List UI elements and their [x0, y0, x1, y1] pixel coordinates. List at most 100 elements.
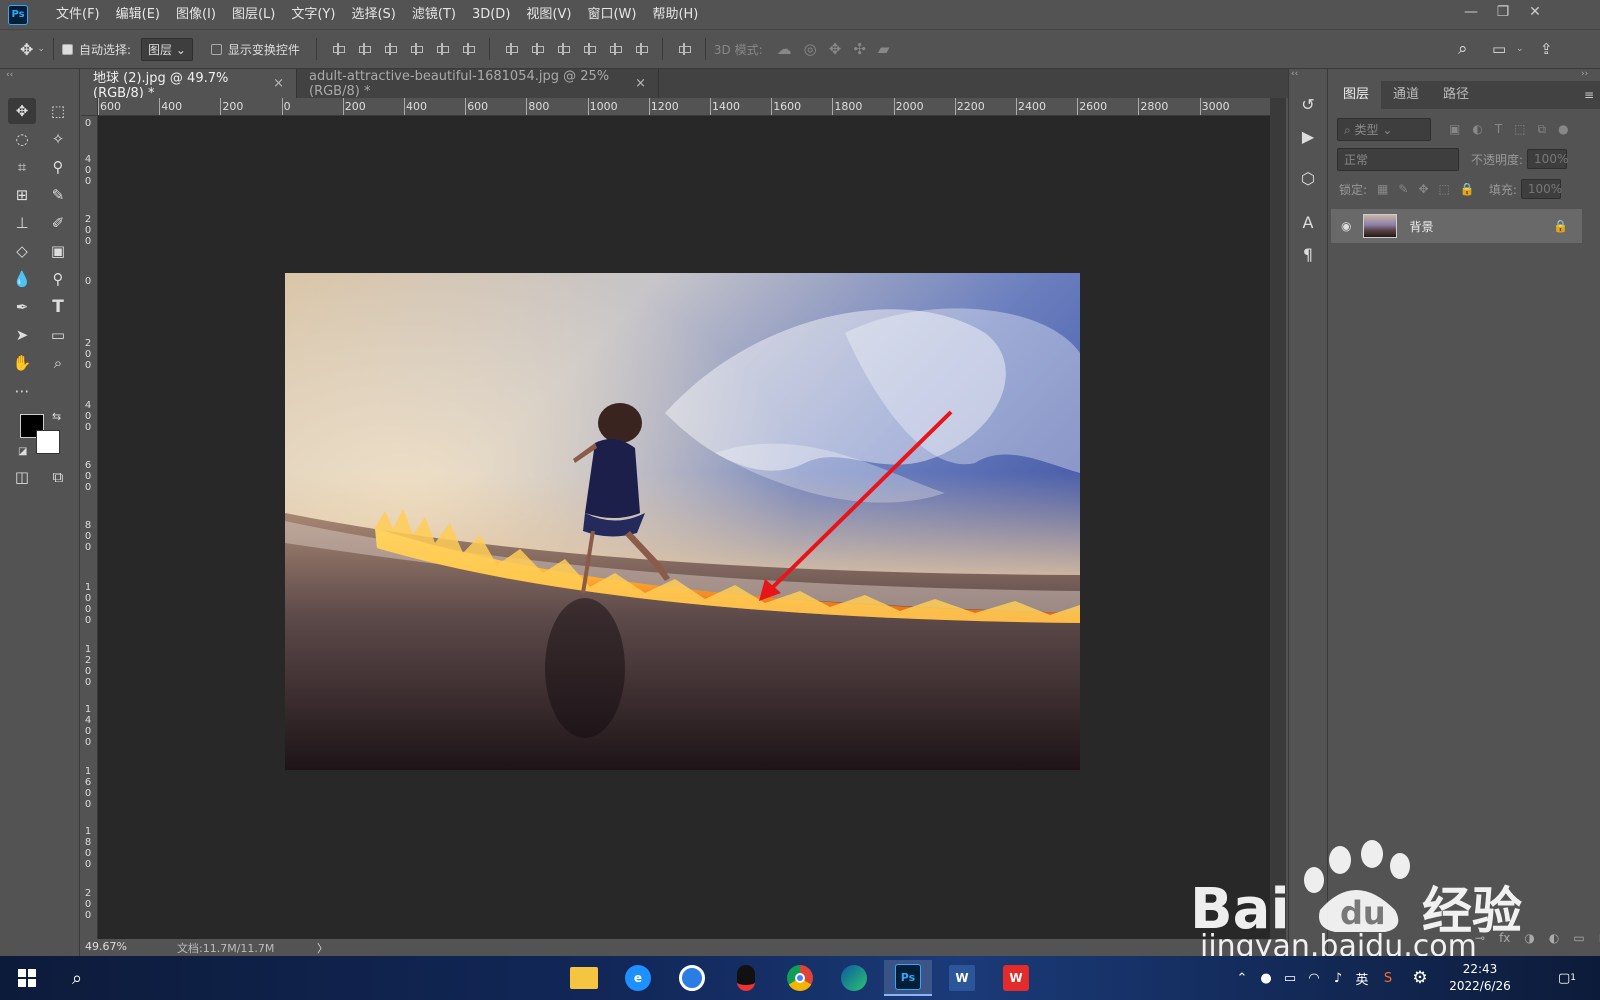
windows-start-icon[interactable] [12, 956, 42, 1000]
layer-name[interactable]: 背景 [1409, 218, 1433, 235]
add-mask-icon[interactable]: ◑ [1524, 931, 1534, 945]
clock[interactable]: 22:43 2022/6/26 [1440, 956, 1520, 1000]
tab-layers[interactable]: 图层 [1331, 81, 1382, 109]
hand-tool-icon[interactable]: ✋ [8, 350, 36, 376]
filter-pixel-icon[interactable]: ▣ [1449, 122, 1460, 136]
menu-item[interactable]: 帮助(H) [644, 0, 706, 29]
type-tool-icon[interactable]: T [44, 294, 72, 320]
auto-align-icon[interactable] [677, 42, 691, 56]
menu-item[interactable]: 图层(L) [224, 0, 283, 29]
magic-wand-tool-icon[interactable]: ✧ [44, 126, 72, 152]
menu-item[interactable]: 3D(D) [464, 0, 518, 29]
chevron-down-icon[interactable]: ⌄ [1516, 44, 1524, 54]
status-menu-arrow[interactable]: 〉 [317, 940, 328, 956]
close-icon[interactable]: × [273, 76, 284, 91]
chat-app-icon[interactable] [668, 960, 716, 996]
ime-indicator[interactable]: 英 [1352, 956, 1372, 1000]
tab-channels[interactable]: 通道 [1381, 81, 1431, 109]
tab-document-1[interactable]: 地球 (2).jpg @ 49.7%(RGB/8) * × [81, 69, 297, 101]
distribute-hcenter-icon[interactable] [608, 42, 622, 56]
distribute-bottom-icon[interactable] [556, 42, 570, 56]
ie-browser-icon[interactable]: e [614, 960, 662, 996]
align-top-icon[interactable] [331, 42, 345, 56]
tray-qq-icon[interactable]: ● [1256, 956, 1276, 1000]
show-transform-checkbox[interactable] [210, 43, 222, 55]
lock-position-icon[interactable]: ✥ [1418, 182, 1428, 196]
lock-pixels-icon[interactable]: ✎ [1398, 182, 1408, 196]
tray-sogou-icon[interactable]: S [1378, 956, 1398, 1000]
panel-menu-icon[interactable]: ≡ [1584, 81, 1594, 109]
menu-item[interactable]: 图像(I) [168, 0, 224, 29]
tray-settings-icon[interactable]: ⚙ [1408, 956, 1432, 1000]
distribute-top-icon[interactable] [504, 42, 518, 56]
expand-icon[interactable]: ‹‹ [1291, 69, 1298, 79]
vertical-scrollbar[interactable] [1270, 98, 1286, 939]
distribute-vcenter-icon[interactable] [530, 42, 544, 56]
edge-icon[interactable] [830, 960, 878, 996]
quick-mask-icon[interactable]: ◫ [8, 464, 36, 490]
menu-item[interactable]: 文件(F) [48, 0, 108, 29]
fill-input[interactable]: 100% [1520, 179, 1562, 199]
search-icon[interactable]: ⌕ [62, 956, 92, 1000]
stamp-tool-icon[interactable]: ⊥ [8, 210, 36, 236]
opacity-input[interactable]: 100% [1527, 149, 1568, 169]
history-brush-tool-icon[interactable]: ✐ [44, 210, 72, 236]
lasso-tool-icon[interactable]: ◌ [8, 126, 36, 152]
pen-tool-icon[interactable]: ✒ [8, 294, 36, 320]
align-left-icon[interactable] [409, 42, 423, 56]
history-icon[interactable]: ↺ [1295, 91, 1321, 117]
chevron-down-icon[interactable]: ⌄ [37, 44, 45, 54]
crop-tool-icon[interactable]: ⌗ [8, 154, 36, 180]
eyedropper-tool-icon[interactable]: ⚲ [44, 154, 72, 180]
filter-toggle-icon[interactable]: ● [1558, 122, 1568, 136]
distribute-left-icon[interactable] [582, 42, 596, 56]
character-panel-icon[interactable]: A [1295, 209, 1321, 235]
brush-tool-icon[interactable]: ✎ [44, 182, 72, 208]
menu-item[interactable]: 文字(Y) [283, 0, 343, 29]
visibility-eye-icon[interactable]: ◉ [1341, 219, 1351, 233]
filter-type-icon[interactable]: T [1495, 122, 1502, 136]
qq-penguin-icon[interactable] [722, 960, 770, 996]
align-right-icon[interactable] [461, 42, 475, 56]
zoom-tool-icon[interactable]: ⌕ [44, 350, 72, 376]
collapse-icon[interactable]: ›› [1581, 69, 1588, 79]
menu-item[interactable]: 窗口(W) [579, 0, 644, 29]
dodge-tool-icon[interactable]: ⚲ [44, 266, 72, 292]
3d-roll-icon[interactable]: ◎ [804, 40, 817, 58]
tab-paths[interactable]: 路径 [1431, 81, 1481, 109]
path-selection-tool-icon[interactable]: ➤ [8, 322, 36, 348]
3d-pan-icon[interactable]: ✥ [829, 40, 842, 58]
more-tools-icon[interactable]: ⋯ [8, 378, 36, 404]
search-icon[interactable]: ⌕ [1458, 39, 1468, 59]
document-image[interactable] [285, 273, 1080, 770]
tray-expand-icon[interactable]: ⌃ [1232, 956, 1252, 1000]
move-tool-icon[interactable]: ✥ [20, 40, 33, 59]
filter-shape-icon[interactable]: ⬚ [1514, 122, 1525, 136]
align-vcenter-icon[interactable] [357, 42, 371, 56]
auto-select-checkbox[interactable] [61, 43, 73, 55]
wps-icon[interactable]: W [992, 960, 1040, 996]
tray-battery-icon[interactable]: ▭ [1280, 956, 1300, 1000]
word-icon[interactable]: W [938, 960, 986, 996]
swap-colors-icon[interactable]: ⇆ [52, 410, 61, 423]
eraser-tool-icon[interactable]: ◇ [8, 238, 36, 264]
notification-icon[interactable]: ▢ 1 [1552, 956, 1582, 1000]
menu-item[interactable]: 编辑(E) [108, 0, 168, 29]
lock-transparent-icon[interactable]: ▦ [1377, 182, 1388, 196]
marquee-tool-icon[interactable]: ⬚ [44, 98, 72, 124]
lock-all-icon[interactable]: 🔒 [1460, 182, 1475, 196]
menu-item[interactable]: 视图(V) [518, 0, 579, 29]
blur-tool-icon[interactable]: 💧 [8, 266, 36, 292]
3d-camera-icon[interactable]: ▰ [878, 40, 890, 58]
zoom-level[interactable]: 49.67% [85, 940, 127, 953]
collapse-icon[interactable]: ‹‹ [6, 70, 13, 80]
3d-slide-icon[interactable]: ✣ [853, 40, 866, 58]
file-explorer-icon[interactable] [560, 960, 608, 996]
photoshop-taskbar-icon[interactable]: Ps [884, 960, 932, 996]
lock-artboard-icon[interactable]: ⬚ [1439, 182, 1450, 196]
filter-adjustment-icon[interactable]: ◐ [1472, 122, 1482, 136]
close-button[interactable]: ✕ [1520, 0, 1550, 24]
default-colors-icon[interactable]: ◪ [18, 446, 27, 457]
actions-play-icon[interactable]: ▶ [1295, 123, 1321, 149]
link-layers-icon[interactable]: ⊸ [1475, 931, 1485, 945]
